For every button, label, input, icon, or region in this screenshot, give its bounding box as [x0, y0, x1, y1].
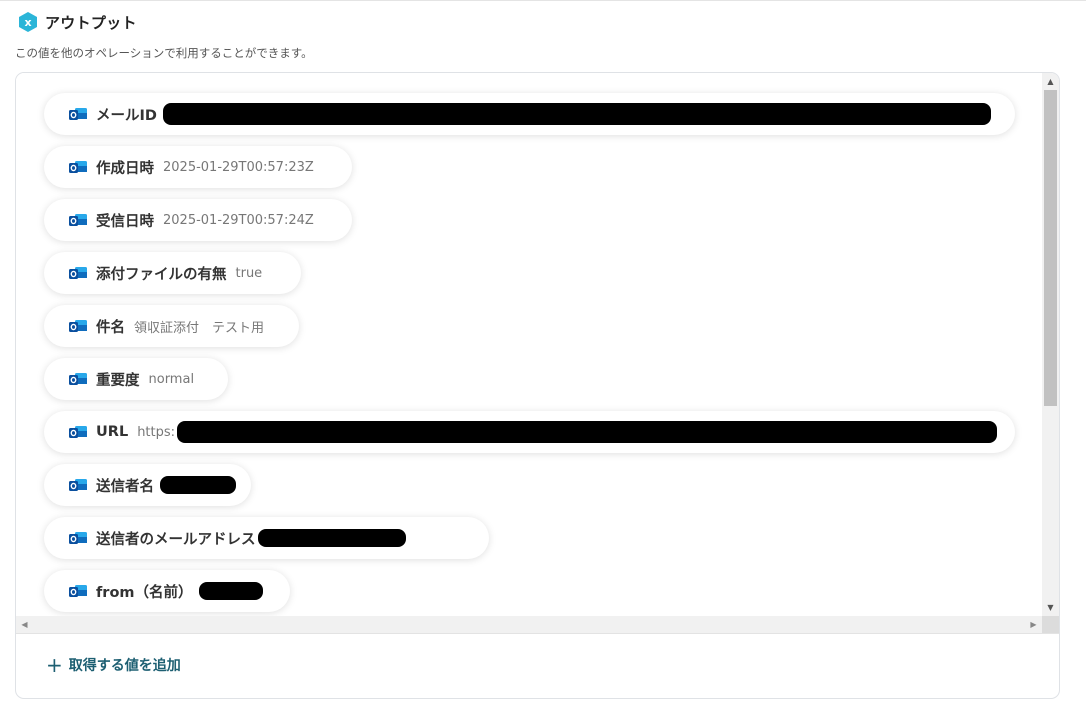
- output-item-has-attachments[interactable]: 添付ファイルの有無 true: [44, 252, 301, 294]
- horizontal-scrollbar[interactable]: ◀ ▶: [16, 616, 1042, 633]
- scroll-down-icon[interactable]: ▼: [1042, 599, 1059, 616]
- output-item-importance[interactable]: 重要度 normal: [44, 358, 228, 400]
- redacted-value: [162, 103, 991, 125]
- top-border: [0, 0, 1086, 1]
- section-header: x アウトプット: [17, 11, 137, 33]
- output-item-url[interactable]: URL https:: [44, 411, 1015, 453]
- output-item-created-at[interactable]: 作成日時 2025-01-29T00:57:23Z: [44, 146, 352, 188]
- outlook-icon: [68, 477, 88, 493]
- outlook-icon: [68, 530, 88, 546]
- outlook-icon: [68, 106, 88, 122]
- output-item-sender-name[interactable]: 送信者名: [44, 464, 251, 506]
- output-item-sender-email[interactable]: 送信者のメールアドレス: [44, 517, 489, 559]
- output-item-received-at[interactable]: 受信日時 2025-01-29T00:57:24Z: [44, 199, 352, 241]
- redacted-value: [160, 476, 236, 494]
- outlook-icon: [68, 212, 88, 228]
- redacted-value: [198, 582, 263, 600]
- section-title: アウトプット: [45, 13, 137, 32]
- outlook-icon: [68, 371, 88, 387]
- redacted-value: [257, 529, 406, 547]
- outlook-icon: [68, 424, 88, 440]
- outlook-icon: [68, 265, 88, 281]
- redacted-value: [177, 421, 998, 443]
- plus-icon: +: [46, 653, 63, 677]
- svg-text:x: x: [24, 16, 31, 29]
- section-description: この値を他のオペレーションで利用することができます。: [15, 46, 313, 60]
- scroll-up-icon[interactable]: ▲: [1042, 73, 1059, 90]
- vertical-scrollbar[interactable]: ▲ ▼: [1042, 73, 1059, 616]
- outlook-icon: [68, 583, 88, 599]
- scrollbar-corner: [1042, 616, 1059, 633]
- yoom-x-hexagon-icon: x: [17, 11, 39, 33]
- output-panel: メールID 作成日時 2025-01-29T00:57:23Z 受信日時 202…: [15, 72, 1060, 699]
- scroll-left-icon[interactable]: ◀: [16, 616, 33, 633]
- output-item-mail-id[interactable]: メールID: [44, 93, 1015, 135]
- add-output-value-label: 取得する値を追加: [68, 658, 181, 674]
- output-item-from-name[interactable]: from（名前）: [44, 570, 290, 612]
- scroll-right-icon[interactable]: ▶: [1025, 616, 1042, 633]
- output-item-subject[interactable]: 件名 領収証添付 テスト用: [44, 305, 299, 347]
- divider: [16, 633, 1059, 634]
- vertical-scroll-thumb[interactable]: [1044, 90, 1057, 406]
- output-list[interactable]: メールID 作成日時 2025-01-29T00:57:23Z 受信日時 202…: [16, 73, 1042, 616]
- add-output-value-button[interactable]: + 取得する値を追加: [46, 654, 181, 676]
- outlook-icon: [68, 318, 88, 334]
- outlook-icon: [68, 159, 88, 175]
